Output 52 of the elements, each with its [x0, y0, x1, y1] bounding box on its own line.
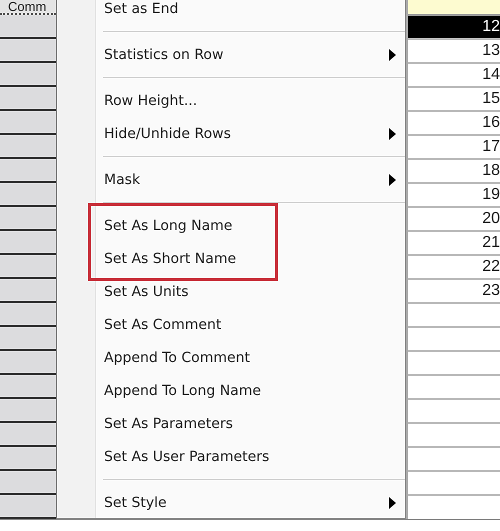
row-header[interactable] — [0, 471, 56, 495]
row-header[interactable] — [0, 15, 56, 39]
menu-item[interactable]: Set As Parameters — [57, 407, 405, 440]
menu-item[interactable]: Set as End — [57, 0, 405, 25]
table-cell: 18 — [408, 160, 500, 184]
submenu-arrow-icon — [389, 174, 396, 186]
row-header[interactable] — [0, 423, 56, 447]
submenu-arrow-icon — [389, 128, 396, 140]
row-header[interactable] — [0, 159, 56, 183]
table-cell: 13 — [408, 40, 500, 64]
menu-item[interactable]: Hide/Unhide Rows — [57, 117, 405, 150]
row-header[interactable] — [0, 255, 56, 279]
menu-item[interactable]: Set As Units — [57, 275, 405, 308]
menu-item[interactable]: Row Height... — [57, 84, 405, 117]
row-header[interactable] — [0, 135, 56, 159]
row-header[interactable] — [0, 39, 56, 63]
submenu-arrow-icon — [389, 49, 396, 61]
row-header[interactable] — [0, 447, 56, 471]
menu-item[interactable]: Set As Long Name — [91, 209, 275, 242]
row-header[interactable] — [0, 87, 56, 111]
row-header[interactable] — [0, 231, 56, 255]
table-cell: 20 — [408, 208, 500, 232]
submenu-arrow-icon — [389, 497, 396, 509]
table-cell: 19 — [408, 184, 500, 208]
row-header[interactable] — [0, 495, 56, 519]
table-cell: 15 — [408, 88, 500, 112]
column-header: Comm — [0, 0, 56, 15]
table-cell: 23 — [408, 280, 500, 304]
row-header[interactable] — [0, 63, 56, 87]
menu-item[interactable]: Set As User Parameters — [57, 440, 405, 473]
row-header[interactable] — [0, 207, 56, 231]
menu-item[interactable]: Set As Short Name — [91, 242, 275, 275]
menu-item[interactable]: Mask — [57, 163, 405, 196]
table-cell: 12 — [408, 16, 500, 40]
table-cell: 22 — [408, 256, 500, 280]
menu-item[interactable]: Set As Comment — [57, 308, 405, 341]
table-cell: 17 — [408, 136, 500, 160]
row-header[interactable] — [0, 351, 56, 375]
row-header[interactable] — [0, 303, 56, 327]
menu-item[interactable]: Set Style — [57, 486, 405, 518]
row-header[interactable] — [0, 111, 56, 135]
row-header[interactable] — [0, 399, 56, 423]
table-cell: 14 — [408, 64, 500, 88]
menu-item[interactable]: Append To Comment — [57, 341, 405, 374]
table-cell: 16 — [408, 112, 500, 136]
row-header[interactable] — [0, 279, 56, 303]
menu-item[interactable]: Append To Long Name — [57, 374, 405, 407]
row-header[interactable] — [0, 183, 56, 207]
table-cell: 21 — [408, 232, 500, 256]
row-header[interactable] — [0, 375, 56, 399]
menu-item[interactable]: Statistics on Row — [57, 38, 405, 71]
row-header[interactable] — [0, 327, 56, 351]
